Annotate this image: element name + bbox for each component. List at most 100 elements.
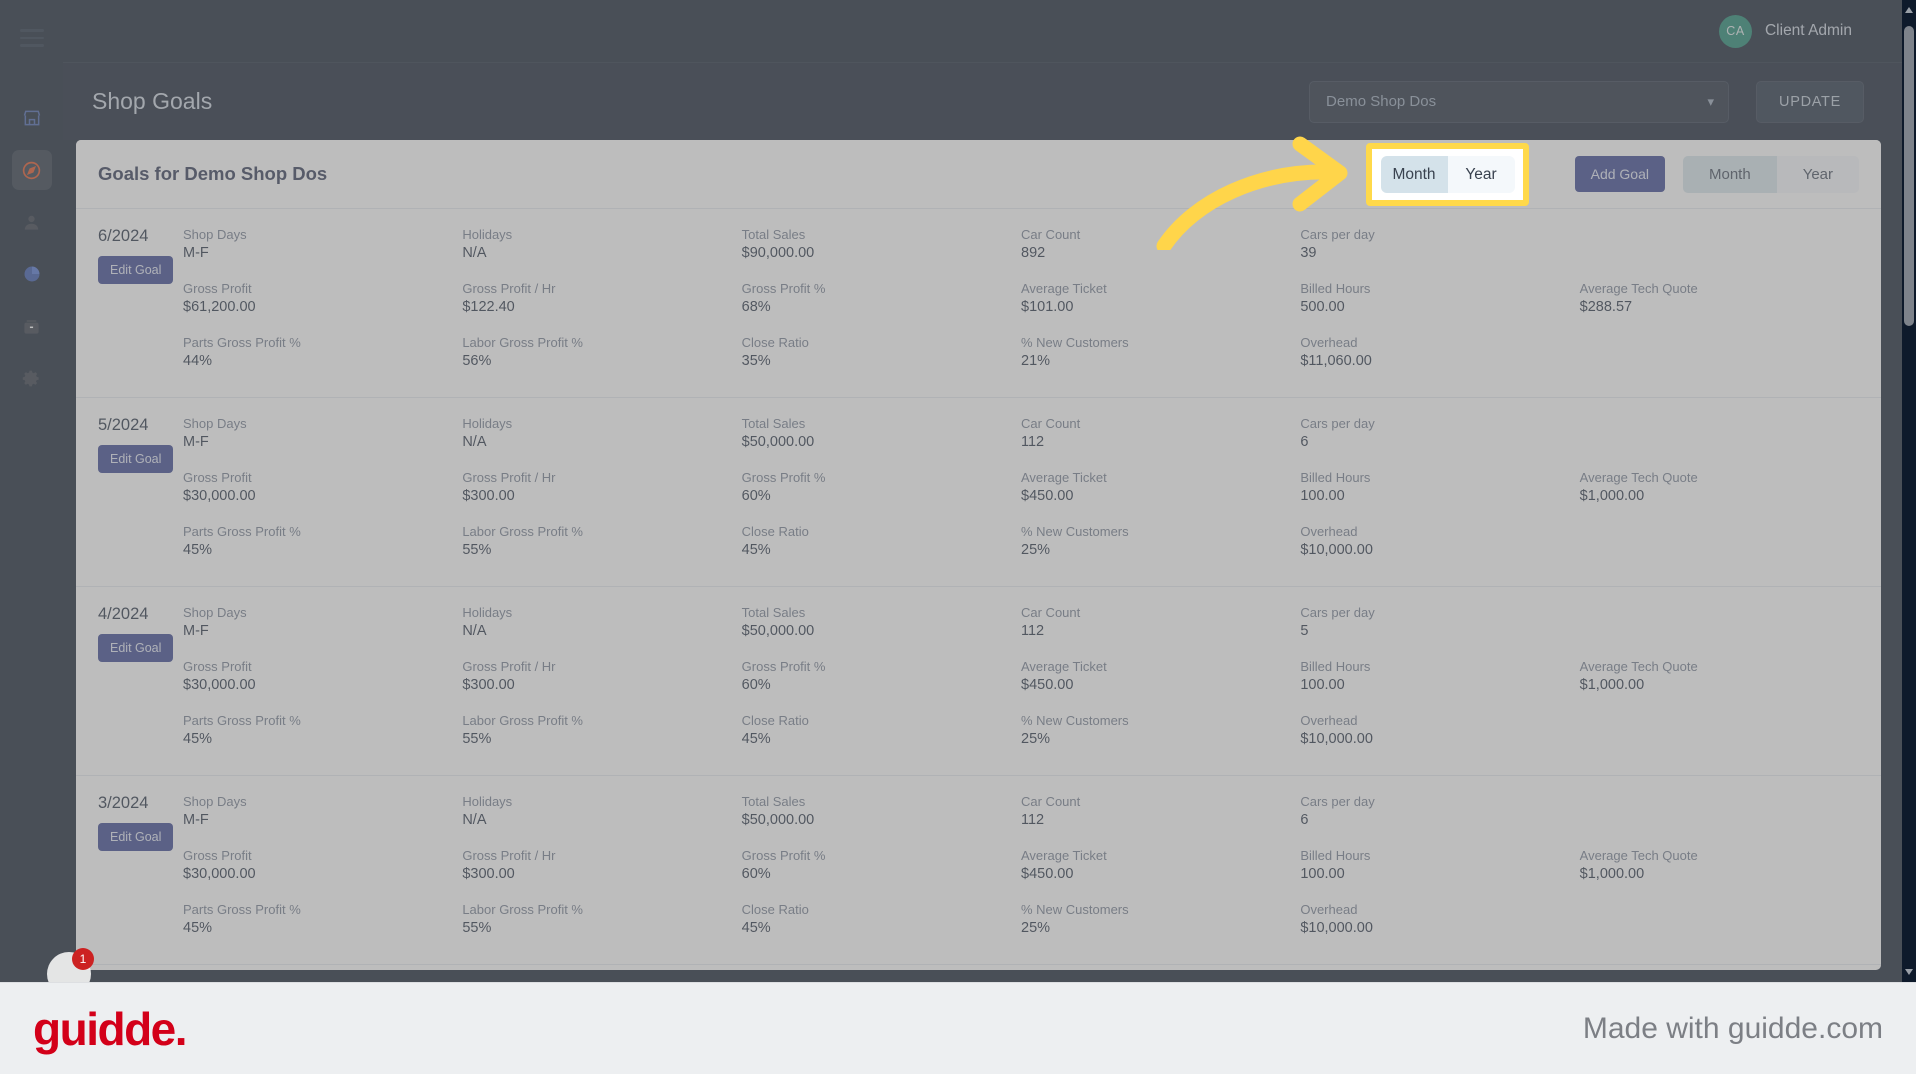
goal-field-label: Gross Profit — [183, 659, 252, 674]
hamburger-menu-icon[interactable] — [14, 20, 50, 56]
goal-field-label: Shop Days — [183, 227, 247, 242]
goal-field-label: Car Count — [1021, 605, 1081, 620]
guidde-logo: guidde. — [33, 1002, 188, 1055]
goal-field-label: Average Tech Quote — [1579, 470, 1698, 485]
goal-field: Gross Profit % 60% — [742, 470, 1021, 508]
person-icon — [24, 215, 39, 230]
goal-field-label: Total Sales — [741, 794, 806, 809]
goal-field-value: $122.40 — [462, 299, 515, 315]
goal-fields-grid: Shop Days M-F Holidays N/A Total Sales $50,00… — [183, 794, 1859, 940]
sidebar-item-reports[interactable] — [12, 254, 52, 294]
goal-field-label: Total Sales — [741, 416, 806, 431]
page-scrollbar[interactable] — [1902, 0, 1916, 982]
goal-field: Average Ticket $101.00 — [1021, 281, 1300, 319]
goal-field-label: Holidays — [462, 605, 513, 620]
goal-field-value: $288.57 — [1579, 299, 1633, 315]
goal-field: Gross Profit % 60% — [742, 848, 1021, 886]
goal-field-empty — [1580, 794, 1859, 832]
goal-field-label: Labor Gross Profit % — [462, 335, 583, 350]
goal-field-value: $11,060.00 — [1300, 353, 1372, 369]
period-toggle-month-highlight[interactable]: Month — [1380, 156, 1448, 193]
goal-field: Average Ticket $450.00 — [1021, 659, 1300, 697]
goal-field-value: $450.00 — [1021, 866, 1074, 882]
edit-goal-button[interactable]: Edit Goal — [98, 445, 174, 473]
goal-field-label: Gross Profit — [183, 848, 252, 863]
goal-field-value: $1,000.00 — [1579, 866, 1645, 882]
edit-goal-button[interactable]: Edit Goal — [98, 634, 174, 662]
archive-box-icon — [24, 319, 39, 334]
goal-field: Car Count 112 — [1021, 605, 1300, 643]
period-toggle: Month Year — [1682, 155, 1859, 193]
goal-field: Parts Gross Profit % 45% — [183, 902, 462, 940]
goal-field: % New Customers 25% — [1021, 713, 1300, 751]
goal-field: Cars per day 5 — [1300, 605, 1579, 643]
goal-row-label: 4/2024 Edit Goal — [98, 605, 183, 751]
goal-field-label: Shop Days — [183, 605, 247, 620]
user-menu[interactable]: CA Client Admin — [1718, 14, 1852, 48]
goal-field-value: $300.00 — [462, 866, 515, 882]
goal-field: Labor Gross Profit % 56% — [462, 335, 741, 373]
scroll-down-arrow-icon[interactable] — [1905, 969, 1913, 975]
goal-field-value: $10,000.00 — [1300, 731, 1373, 747]
goal-field: Average Ticket $450.00 — [1021, 848, 1300, 886]
scrollbar-thumb[interactable] — [1904, 26, 1914, 326]
goal-field-label: Holidays — [462, 416, 513, 431]
goal-field-value: $1,000.00 — [1579, 677, 1645, 693]
update-button[interactable]: UPDATE — [1756, 80, 1864, 123]
goal-field-label: Close Ratio — [741, 713, 809, 728]
goal-field-label: Labor Gross Profit % — [462, 713, 583, 728]
goal-field: Total Sales $50,000.00 — [742, 794, 1021, 832]
edit-goal-button[interactable]: Edit Goal — [98, 256, 174, 284]
sidebar-item-store[interactable] — [12, 98, 52, 138]
app-root: CA Client Admin Shop Goals Demo Shop Dos… — [0, 0, 1916, 1074]
goal-field-value: 55% — [462, 731, 492, 747]
shop-select[interactable]: Demo Shop Dos — [1309, 80, 1730, 123]
goal-field-value: $10,000.00 — [1300, 542, 1373, 558]
pie-chart-icon — [24, 266, 39, 282]
goal-field: Gross Profit / Hr $300.00 — [462, 659, 741, 697]
goal-field-empty — [1580, 605, 1859, 643]
sidebar-item-users[interactable] — [12, 202, 52, 242]
goal-field: Labor Gross Profit % 55% — [462, 524, 741, 562]
goal-field-value: $30,000.00 — [183, 677, 256, 693]
goal-field: Total Sales $50,000.00 — [742, 605, 1021, 643]
goal-field-value: 60% — [741, 866, 771, 882]
period-toggle-month[interactable]: Month — [1682, 155, 1777, 193]
goal-field-value: 500.00 — [1300, 299, 1345, 315]
goal-field-value: N/A — [462, 812, 487, 828]
sidebar-item-compass[interactable] — [11, 150, 52, 190]
goal-field-value: $101.00 — [1021, 299, 1074, 315]
goal-row: 5/2024 Edit Goal Shop Days M-F Holidays N/A To… — [76, 398, 1881, 587]
goal-field-value: 112 — [1021, 812, 1045, 828]
goal-field: Average Ticket $450.00 — [1021, 470, 1300, 508]
edit-goal-button[interactable]: Edit Goal — [98, 823, 174, 851]
goal-field: Gross Profit $30,000.00 — [183, 470, 462, 508]
goal-field-label: Average Ticket — [1021, 659, 1107, 674]
goal-field-label: Billed Hours — [1300, 848, 1371, 863]
goal-field-label: Average Ticket — [1021, 848, 1107, 863]
sidebar-item-settings[interactable] — [12, 358, 52, 398]
period-toggle-year[interactable]: Year — [1776, 155, 1859, 193]
goal-field-label: Shop Days — [183, 416, 247, 431]
notification-count-badge: 1 — [72, 948, 94, 970]
add-goal-button[interactable]: Add Goal — [1574, 156, 1665, 192]
goal-field-label: Gross Profit % — [741, 281, 826, 296]
sidebar — [0, 0, 63, 982]
goal-field: Total Sales $90,000.00 — [742, 227, 1021, 265]
goal-field: % New Customers 21% — [1021, 335, 1300, 373]
goal-field-value: 45% — [183, 542, 213, 558]
top-bar: CA Client Admin — [63, 0, 1916, 63]
goal-field-label: Average Tech Quote — [1579, 848, 1698, 863]
scroll-up-arrow-icon[interactable] — [1905, 7, 1913, 13]
goal-field-label: Cars per day — [1300, 416, 1375, 431]
sidebar-item-inventory[interactable] — [12, 306, 52, 346]
goal-field: Average Tech Quote $288.57 — [1580, 281, 1859, 319]
goal-field-value: 56% — [462, 353, 492, 369]
goal-field-value: 45% — [741, 920, 771, 936]
goal-field-label: Gross Profit % — [741, 848, 826, 863]
goal-field-label: % New Customers — [1021, 713, 1129, 728]
goal-field-label: % New Customers — [1021, 335, 1129, 350]
goal-field-value: 6 — [1300, 434, 1309, 450]
goal-field-empty — [1580, 713, 1859, 751]
period-toggle-year-highlight[interactable]: Year — [1447, 156, 1515, 193]
